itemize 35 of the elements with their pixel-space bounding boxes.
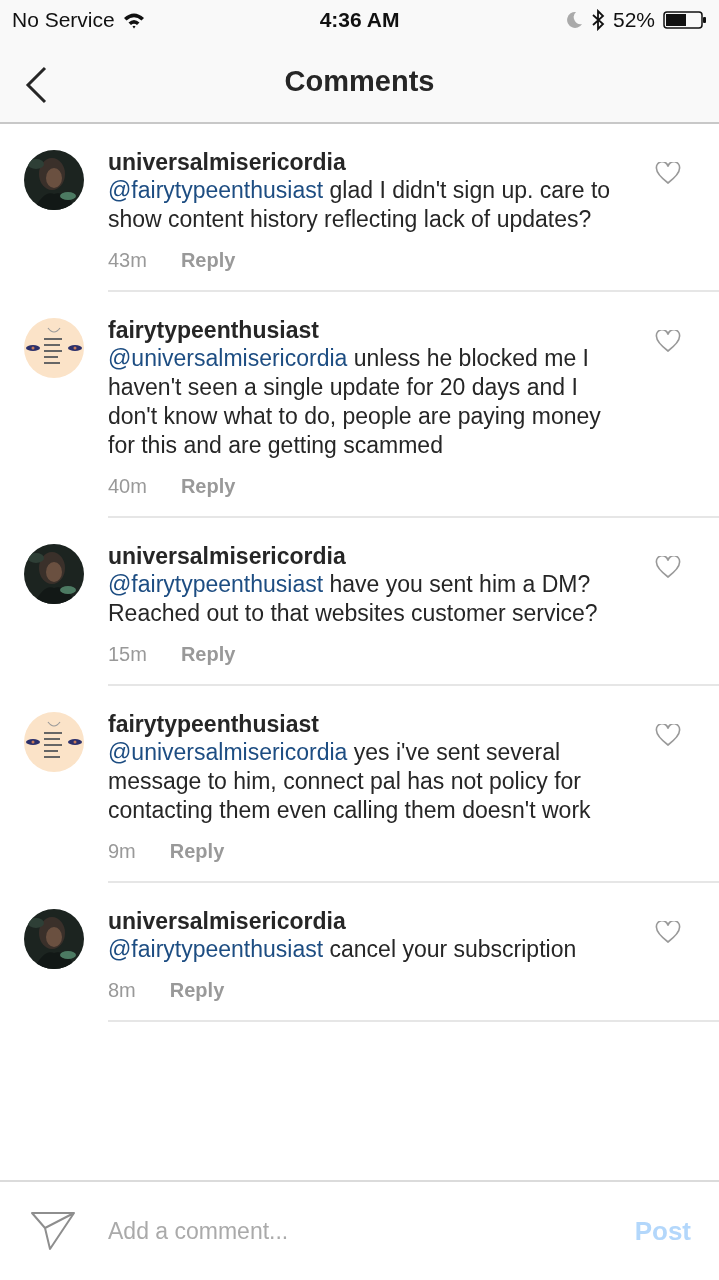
battery-icon — [663, 10, 707, 30]
comment-time: 9m — [108, 839, 136, 863]
username[interactable]: fairytypeenthusiast — [108, 710, 319, 738]
comment-input[interactable]: Add a comment... — [106, 1216, 605, 1246]
comment-text: @fairytypeenthusiast have you sent him a DM? Reached out to that websites customer service? — [108, 570, 599, 628]
username[interactable]: universalmisericordia — [108, 907, 346, 935]
send-icon[interactable] — [30, 1211, 76, 1251]
mention-link[interactable]: @universalmisericordia — [108, 739, 348, 765]
mention-link[interactable]: @universalmisericordia — [108, 345, 348, 371]
username[interactable]: universalmisericordia — [108, 542, 346, 570]
bluetooth-icon — [590, 9, 605, 31]
battery-percent: 52% — [612, 8, 655, 32]
mention-link[interactable]: @fairytypeenthusiast — [108, 936, 324, 962]
comment-text: @fairytypeenthusiast glad I didn't sign up. care to show content history reflecting lack of updates? — [108, 176, 612, 234]
moon-icon — [564, 11, 583, 29]
like-button[interactable] — [655, 556, 681, 579]
like-button[interactable] — [655, 330, 681, 353]
mention-link[interactable]: @fairytypeenthusiast — [108, 177, 324, 203]
username[interactable]: universalmisericordia — [108, 148, 346, 176]
mention-link[interactable]: @fairytypeenthusiast — [108, 571, 324, 597]
comment-time: 43m — [108, 248, 147, 272]
comment-text: @universalmisericordia unless he blocked me I haven't seen a single update for 20 days and I don't know what to do, people are paying money for this and are getting scammed — [108, 344, 602, 460]
wifi-icon — [122, 11, 145, 29]
like-button[interactable] — [655, 921, 681, 944]
carrier-label: No Service — [12, 8, 115, 32]
comment-text: @universalmisericordia yes i've sent several message to him, connect pal has not policy for contacting them even calling them doesn't work — [108, 738, 592, 825]
comment-time: 40m — [108, 474, 147, 498]
like-button[interactable] — [655, 162, 681, 185]
username[interactable]: fairytypeenthusiast — [108, 316, 319, 344]
screen-title: Comments — [284, 64, 435, 98]
clock: 4:36 AM — [319, 8, 400, 32]
like-button[interactable] — [655, 724, 681, 747]
comment-time: 8m — [108, 978, 136, 1002]
comment-time: 15m — [108, 642, 147, 666]
comment-text: @fairytypeenthusiast cancel your subscription — [108, 935, 578, 964]
